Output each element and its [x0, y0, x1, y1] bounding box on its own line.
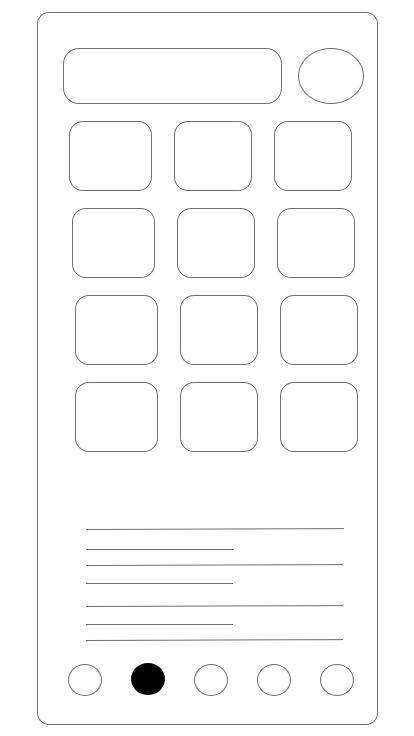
grid-tile-9[interactable]	[280, 295, 358, 365]
text-line-short	[86, 549, 234, 550]
grid-tile-7[interactable]	[75, 295, 158, 365]
grid-tile-11[interactable]	[180, 382, 258, 452]
grid-tile-6[interactable]	[277, 208, 355, 278]
grid-tile-12[interactable]	[280, 382, 358, 452]
page-dot-2-active[interactable]	[131, 663, 165, 695]
grid-tile-1[interactable]	[69, 121, 152, 191]
avatar-placeholder[interactable]	[298, 48, 364, 104]
page-dot-1[interactable]	[68, 664, 102, 696]
grid-tile-10[interactable]	[75, 382, 158, 452]
page-dot-4[interactable]	[257, 664, 291, 696]
page-dot-3[interactable]	[194, 664, 228, 696]
grid-tile-5[interactable]	[177, 208, 255, 278]
phone-frame	[37, 12, 378, 725]
grid-tile-2[interactable]	[174, 121, 252, 191]
page-dot-5[interactable]	[320, 664, 354, 696]
search-bar-placeholder[interactable]	[63, 48, 282, 104]
text-line-short	[86, 583, 233, 584]
grid-tile-8[interactable]	[180, 295, 258, 365]
grid-tile-4[interactable]	[72, 208, 155, 278]
grid-tile-3[interactable]	[274, 121, 352, 191]
text-line-short	[86, 624, 233, 625]
